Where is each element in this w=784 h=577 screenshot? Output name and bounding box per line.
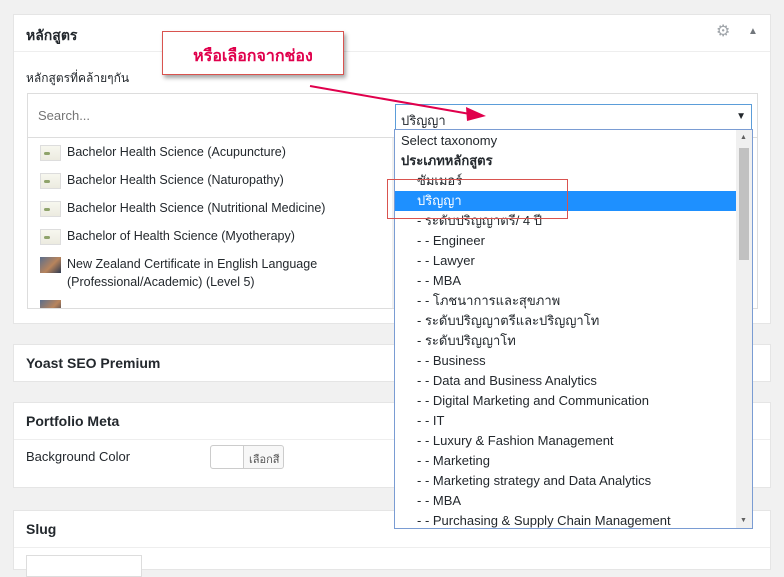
taxonomy-option-label: - - Luxury & Fashion Management [417, 433, 614, 448]
list-item[interactable] [40, 298, 67, 308]
taxonomy-option[interactable]: ประเภทหลักสูตร [395, 151, 736, 171]
taxonomy-option[interactable]: - - Luxury & Fashion Management [395, 431, 736, 451]
list-item[interactable]: Bachelor Health Science (Acupuncture) [40, 143, 286, 161]
list-item[interactable]: New Zealand Certificate in English Langu… [40, 255, 317, 291]
taxonomy-option[interactable]: Select taxonomy [395, 131, 736, 151]
list-item[interactable]: Bachelor Health Science (Naturopathy) [40, 171, 284, 189]
course-thumbnail [40, 145, 61, 161]
taxonomy-select[interactable]: ปริญญา ▼ [395, 104, 752, 130]
color-swatch [211, 446, 244, 468]
annotation-highlight-box [387, 179, 568, 219]
taxonomy-option[interactable]: - - MBA [395, 271, 736, 291]
taxonomy-option-label: - - MBA [417, 493, 462, 508]
scrollbar-thumb[interactable] [739, 148, 749, 260]
taxonomy-option-label: - ระดับปริญญาโท [417, 333, 516, 348]
course-label-line: Bachelor Health Science (Naturopathy) [67, 173, 284, 187]
taxonomy-option[interactable]: - - Lawyer [395, 251, 736, 271]
course-label-line: (Professional/Academic) (Level 5) [67, 275, 255, 289]
taxonomy-option-label: - - Marketing [417, 453, 490, 468]
chevron-down-icon: ▼ [736, 111, 746, 122]
slug-input[interactable] [26, 555, 142, 577]
taxonomy-select-value: ปริญญา [401, 113, 446, 128]
taxonomy-option[interactable]: - - Engineer [395, 231, 736, 251]
dropdown-scrollbar[interactable]: ▲ ▼ [736, 130, 752, 528]
taxonomy-option[interactable]: - - Data and Business Analytics [395, 371, 736, 391]
taxonomy-option[interactable]: - - โภชนาการและสุขภาพ [395, 291, 736, 311]
background-color-label: Background Color [26, 449, 131, 464]
taxonomy-option[interactable]: - ระดับปริญญาตรีและปริญญาโท [395, 311, 736, 331]
yoast-metabox-title[interactable]: Yoast SEO Premium [26, 355, 160, 371]
color-picker-label: เลือกสี [249, 454, 280, 466]
annotation-callout-text: หรือเลือกจากช่อง [193, 48, 313, 65]
gear-icon[interactable]: ⚙ [716, 24, 732, 40]
portfolio-metabox-title[interactable]: Portfolio Meta [26, 413, 119, 429]
search-input[interactable] [38, 108, 368, 123]
caret-up-icon[interactable]: ▲ [748, 26, 760, 38]
course-thumbnail [40, 173, 61, 189]
taxonomy-option[interactable]: - - Marketing strategy and Data Analytic… [395, 471, 736, 491]
taxonomy-option-label: - - IT [417, 413, 445, 428]
related-courses-label: หลักสูตรที่คล้ายๆกัน [26, 71, 130, 85]
taxonomy-option-label: ประเภทหลักสูตร [401, 153, 493, 168]
taxonomy-option-label: - - Lawyer [417, 253, 475, 268]
course-thumbnail [40, 201, 61, 217]
course-label-line: New Zealand Certificate in English Langu… [67, 257, 318, 271]
course-label: Bachelor of Health Science (Myotherapy) [67, 227, 295, 245]
taxonomy-option[interactable]: - - Purchasing & Supply Chain Management [395, 511, 736, 528]
annotation-callout: หรือเลือกจากช่อง [162, 31, 344, 75]
taxonomy-option[interactable]: - - Marketing [395, 451, 736, 471]
course-label-line: Bachelor of Health Science (Myotherapy) [67, 229, 295, 243]
taxonomy-option[interactable]: - ระดับปริญญาโท [395, 331, 736, 351]
course-metabox-header: หลักสูตร ⚙ ▲ [14, 15, 770, 52]
taxonomy-option-label: - - Purchasing & Supply Chain Management [417, 513, 671, 528]
course-list[interactable]: Bachelor Health Science (Acupuncture) Bac… [28, 138, 392, 308]
taxonomy-option-label: - - Data and Business Analytics [417, 373, 597, 388]
taxonomy-option[interactable]: - - IT [395, 411, 736, 431]
taxonomy-option-label: - - โภชนาการและสุขภาพ [417, 293, 561, 308]
list-item[interactable]: Bachelor of Health Science (Myotherapy) [40, 227, 295, 245]
taxonomy-option-label: - - Marketing strategy and Data Analytic… [417, 473, 652, 488]
course-label-line: Bachelor Health Science (Acupuncture) [67, 145, 286, 159]
taxonomy-option[interactable]: - - Business [395, 351, 736, 371]
course-thumbnail [40, 229, 61, 245]
taxonomy-option[interactable]: - - MBA [395, 491, 736, 511]
course-label: New Zealand Certificate in English Langu… [67, 255, 317, 291]
list-item[interactable]: Bachelor Health Science (Nutritional Med… [40, 199, 325, 217]
color-picker-button[interactable]: เลือกสี [210, 445, 284, 469]
course-metabox-title: หลักสูตร [26, 27, 78, 43]
course-thumbnail [40, 257, 61, 273]
course-label: Bachelor Health Science (Nutritional Med… [67, 199, 325, 217]
taxonomy-option-label: - ระดับปริญญาตรีและปริญญาโท [417, 313, 600, 328]
scroll-down-icon[interactable]: ▼ [740, 517, 747, 524]
course-thumbnail [40, 300, 61, 308]
taxonomy-option-label: - - MBA [417, 273, 462, 288]
taxonomy-option[interactable]: - - Digital Marketing and Communication [395, 391, 736, 411]
taxonomy-option-label: - - Engineer [417, 233, 485, 248]
slug-metabox-title[interactable]: Slug [26, 521, 56, 537]
scroll-up-icon[interactable]: ▲ [740, 134, 747, 141]
taxonomy-option-label: - - Digital Marketing and Communication [417, 393, 649, 408]
course-label-line: Bachelor Health Science (Nutritional Med… [67, 201, 326, 215]
taxonomy-option-label: Select taxonomy [401, 133, 498, 148]
course-label: Bachelor Health Science (Naturopathy) [67, 171, 284, 189]
taxonomy-option-label: - - Business [417, 353, 486, 368]
course-label: Bachelor Health Science (Acupuncture) [67, 143, 286, 161]
